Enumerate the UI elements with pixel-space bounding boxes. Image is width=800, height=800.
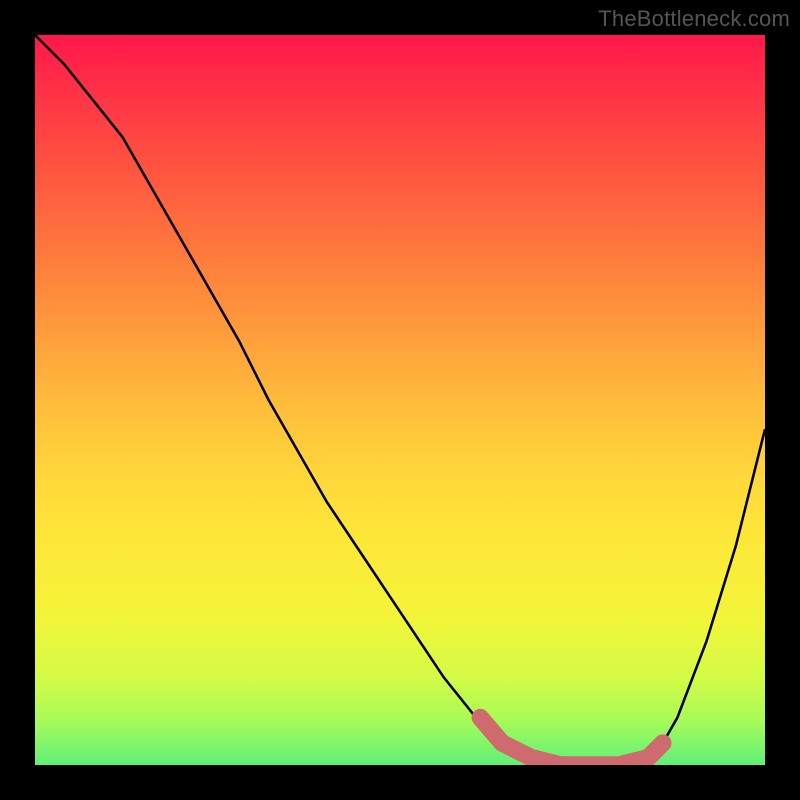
watermark-text: TheBottleneck.com <box>598 6 790 32</box>
optimal-range-marker-path <box>480 718 663 765</box>
chart-stage: TheBottleneck.com <box>0 0 800 800</box>
bottleneck-curve-path <box>35 35 765 765</box>
curve-svg <box>35 35 765 765</box>
plot-area <box>35 35 765 765</box>
